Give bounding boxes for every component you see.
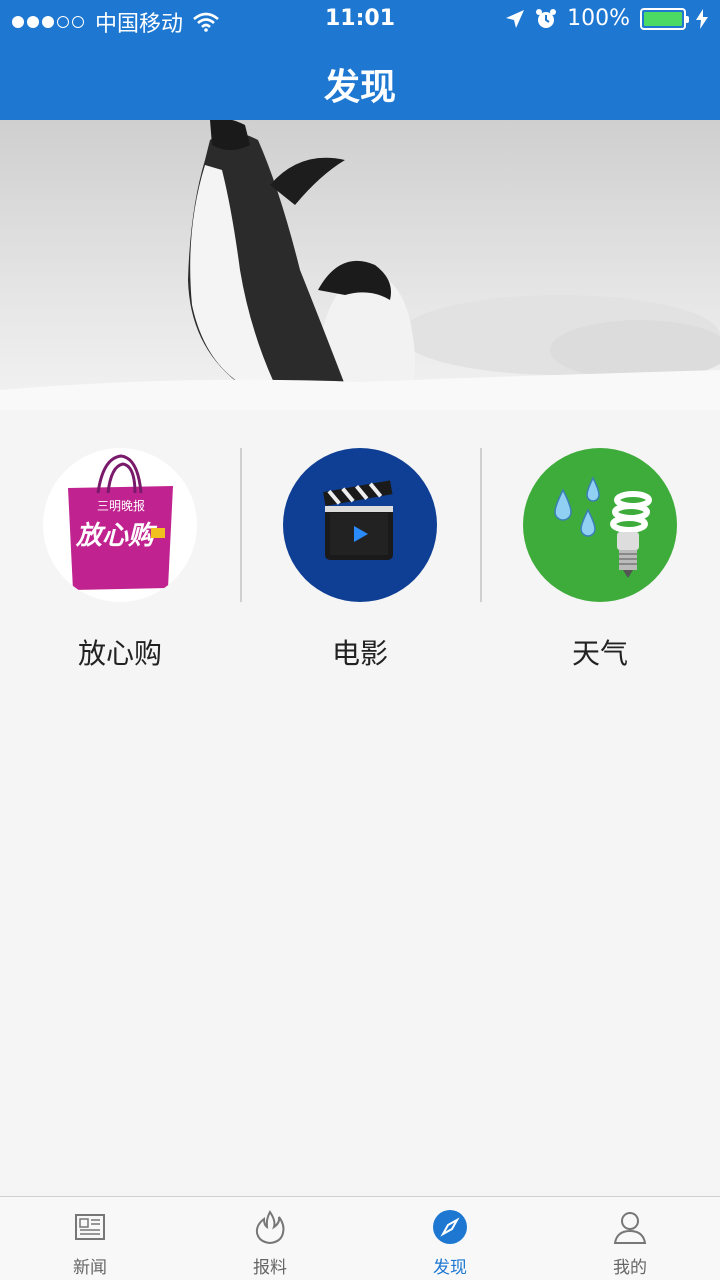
tab-news[interactable]: 新闻 [0,1197,180,1280]
alarm-icon [536,8,557,28]
battery-percent: 100% [567,6,630,31]
weather-icon [523,448,677,602]
tab-label: 我的 [613,1258,647,1278]
status-bar: 中国移动 11:01 100% [0,0,720,40]
penguin-illustration [0,120,720,410]
feature-label: 天气 [571,637,628,670]
compass-icon [433,1210,467,1244]
feature-movie[interactable]: 电影 [240,440,480,680]
tab-report[interactable]: 报料 [180,1197,360,1280]
shop-main-text: 放心购 [75,521,158,551]
shopping-bag-icon: 三明晚报 放心购 [43,448,197,602]
flame-icon [255,1210,285,1245]
tab-label: 新闻 [73,1258,107,1278]
clapperboard-icon [283,448,437,602]
location-arrow-icon [506,9,525,28]
charging-bolt-icon [696,8,708,29]
feature-label: 放心购 [77,637,162,670]
shop-brand-text: 三明晚报 [97,498,145,513]
tab-label: 报料 [253,1258,287,1278]
feature-weather[interactable]: 天气 [480,440,720,680]
page-title: 发现 [323,67,396,108]
feature-label: 电影 [331,637,388,670]
tab-discover[interactable]: 发现 [360,1197,540,1280]
banner-image[interactable] [0,120,720,410]
tab-bar: 新闻 报料 发现 我的 [0,1196,720,1280]
feature-shop[interactable]: 三明晚报 放心购 放心购 [0,440,240,680]
status-right: 100% [505,6,708,31]
tab-label: 发现 [433,1258,467,1278]
person-icon [613,1212,647,1244]
feature-grid: 三明晚报 放心购 放心购 电影 天气 [0,440,720,680]
battery-icon [640,7,689,30]
header: 中国移动 11:01 100% 发现 [0,0,720,120]
tab-profile[interactable]: 我的 [540,1197,720,1280]
newspaper-icon [75,1214,105,1240]
